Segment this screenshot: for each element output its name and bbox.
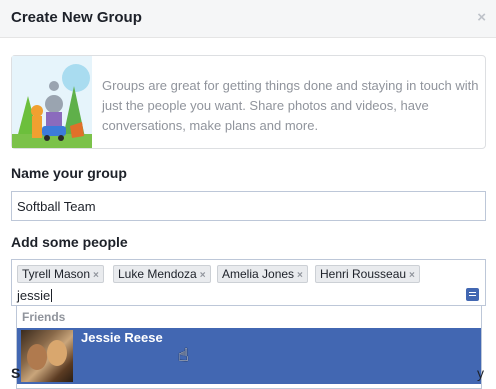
remove-token-icon[interactable]: × (93, 270, 99, 281)
person-token: Luke Mendoza × (113, 265, 211, 283)
avatar-face (27, 344, 47, 370)
remove-token-icon[interactable]: × (297, 270, 303, 281)
remove-token-icon[interactable]: × (200, 270, 206, 281)
dialog-title: Create New Group (11, 9, 142, 26)
intro-description: Groups are great for getting things done… (102, 78, 479, 133)
token-label: Amelia Jones (222, 267, 295, 281)
privacy-selector-partial[interactable]: y (477, 365, 484, 381)
person-token: Henri Rousseau × (315, 265, 420, 283)
dialog-header: Create New Group × (0, 0, 496, 38)
remove-token-icon[interactable]: × (409, 270, 415, 281)
create-group-dialog: Create New Group × Groups are great for … (0, 0, 496, 389)
suggestion-name: Jessie Reese (81, 330, 163, 345)
privacy-label-partial: S (11, 365, 21, 381)
people-search-text[interactable]: jessie (17, 288, 53, 303)
typed-query: jessie (17, 288, 51, 303)
avatar-face (47, 340, 67, 366)
groups-illustration (12, 56, 92, 148)
add-people-input[interactable]: Tyrell Mason × Luke Mendoza × Amelia Jones… (11, 259, 486, 306)
token-label: Henri Rousseau (320, 267, 407, 281)
message-composer-icon[interactable] (466, 288, 479, 301)
avatar (21, 330, 73, 382)
suggestions-section-label: Friends (22, 310, 66, 324)
person-token: Tyrell Mason × (17, 265, 104, 283)
token-label: Tyrell Mason (22, 267, 91, 281)
person-token: Amelia Jones × (217, 265, 308, 283)
intro-card: Groups are great for getting things done… (11, 55, 486, 149)
add-people-label: Add some people (11, 234, 128, 250)
group-name-input[interactable]: Softball Team (11, 191, 486, 221)
hand-cursor-icon: ☝ (178, 345, 189, 365)
token-label: Luke Mendoza (118, 267, 197, 281)
group-name-value: Softball Team (17, 199, 96, 214)
close-icon[interactable]: × (477, 9, 486, 26)
people-suggestions-dropdown: Friends Jessie Reese (16, 306, 482, 389)
suggestion-item[interactable]: Jessie Reese (17, 328, 481, 384)
group-name-label: Name your group (11, 165, 127, 181)
text-caret (51, 289, 53, 302)
